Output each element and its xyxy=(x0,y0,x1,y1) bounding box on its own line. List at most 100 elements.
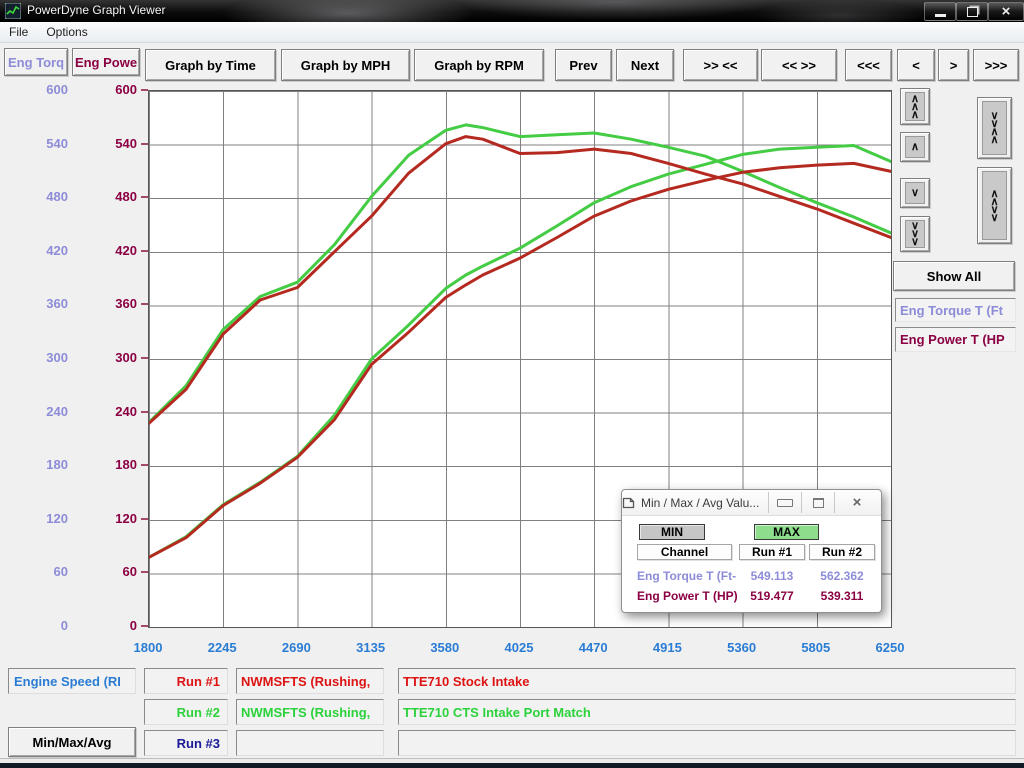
expand-scale-icon: ∧∧∨∨ xyxy=(982,171,1007,240)
y-tick-power-120: 120 xyxy=(72,511,137,527)
dialog-minimize-icon xyxy=(777,499,793,507)
menu-file[interactable]: File xyxy=(0,22,37,42)
zoom-in[interactable]: >> << xyxy=(683,49,758,81)
scale-down-fast-icon: ∨∨∨ xyxy=(905,220,925,248)
x-axis-channel-box[interactable]: Engine Speed (RI xyxy=(8,668,136,694)
window-title: PowerDyne Graph Viewer xyxy=(27,3,166,17)
step-forward[interactable]: > xyxy=(938,49,969,81)
legend-eng-torque[interactable]: Eng Torque T (Ft xyxy=(895,298,1016,322)
app-icon xyxy=(5,3,21,19)
y-tick-mark xyxy=(141,143,148,145)
dialog-restore-button[interactable] xyxy=(801,492,834,513)
run-source-3 xyxy=(236,730,384,756)
go-last[interactable]: >>> xyxy=(973,49,1019,81)
dialog-row-run2-1: 539.311 xyxy=(809,589,875,603)
run-source-2: NWMSFTS (Rushing, xyxy=(236,699,384,725)
run-label-3[interactable]: Run #3 xyxy=(144,730,228,756)
close-icon: × xyxy=(1002,4,1011,19)
y-tick-power-240: 240 xyxy=(72,404,137,420)
dialog-row-run1-0: 549.113 xyxy=(739,569,805,583)
dialog-row-run2-0: 562.362 xyxy=(809,569,875,583)
y-tick-torque-240: 240 xyxy=(0,404,68,420)
footer-strip xyxy=(0,763,1024,768)
y-tick-power-0: 0 xyxy=(72,618,137,634)
dialog-row-channel-0: Eng Torque T (Ft- xyxy=(637,569,736,583)
next[interactable]: Next xyxy=(616,49,674,81)
y-tick-mark xyxy=(141,411,148,413)
dialog-header-channel[interactable]: Channel xyxy=(637,544,732,560)
x-tick-2245: 2245 xyxy=(192,640,252,655)
show-all-button[interactable]: Show All xyxy=(893,261,1015,291)
legend-eng-power[interactable]: Eng Power T (HP xyxy=(895,327,1016,352)
run-source-1: NWMSFTS (Rushing, xyxy=(236,668,384,694)
y-tick-mark xyxy=(141,571,148,573)
x-tick-1800: 1800 xyxy=(118,640,178,655)
y-tick-mark xyxy=(141,250,148,252)
scale-up-fast-button[interactable]: ∧∧∧ xyxy=(900,88,930,125)
dialog-header-run1[interactable]: Run #1 xyxy=(739,544,805,560)
app-window: PowerDyne Graph Viewer × File Options En… xyxy=(0,0,1024,768)
run-desc-3 xyxy=(398,730,1016,756)
scale-down-button[interactable]: ∨ xyxy=(900,178,930,208)
x-tick-4470: 4470 xyxy=(563,640,623,655)
compress-scale-button[interactable]: ∨∨∧∧ xyxy=(977,97,1012,159)
zoom-out[interactable]: << >> xyxy=(761,49,837,81)
step-back[interactable]: < xyxy=(897,49,935,81)
dialog-minimize-button[interactable] xyxy=(768,492,801,513)
y-tick-torque-300: 300 xyxy=(0,350,68,366)
y-tick-power-360: 360 xyxy=(72,296,137,312)
dialog-icon xyxy=(622,497,635,509)
max-button[interactable]: MAX xyxy=(754,524,819,540)
minimize-icon xyxy=(935,14,946,17)
dialog-title: Min / Max / Avg Valu... xyxy=(641,496,759,510)
dialog-header-run2[interactable]: Run #2 xyxy=(809,544,875,560)
y-tick-torque-600: 600 xyxy=(0,82,68,98)
restore-icon xyxy=(967,7,978,17)
channel-eng-power[interactable]: Eng Powe xyxy=(72,48,140,76)
channel-eng-torque[interactable]: Eng Torq xyxy=(4,48,68,76)
dialog-close-button[interactable]: × xyxy=(834,492,879,513)
minimize-button[interactable] xyxy=(924,2,956,21)
run-label-1[interactable]: Run #1 xyxy=(144,668,228,694)
y-tick-power-300: 300 xyxy=(72,350,137,366)
x-tick-4025: 4025 xyxy=(489,640,549,655)
scale-up-button[interactable]: ∧ xyxy=(900,132,930,162)
y-tick-torque-60: 60 xyxy=(0,564,68,580)
y-tick-torque-120: 120 xyxy=(0,511,68,527)
go-first[interactable]: <<< xyxy=(845,49,892,81)
menu-options[interactable]: Options xyxy=(37,22,96,42)
graph-by-mph[interactable]: Graph by MPH xyxy=(281,49,410,81)
close-button[interactable]: × xyxy=(988,2,1024,21)
dialog-close-icon: × xyxy=(853,496,862,510)
graph-by-rpm[interactable]: Graph by RPM xyxy=(414,49,544,81)
prev[interactable]: Prev xyxy=(555,49,612,81)
graph-by-time[interactable]: Graph by Time xyxy=(145,49,276,81)
y-tick-torque-480: 480 xyxy=(0,189,68,205)
run-desc-1: TTE710 Stock Intake xyxy=(398,668,1016,694)
run-desc-2: TTE710 CTS Intake Port Match xyxy=(398,699,1016,725)
compress-scale-icon: ∨∨∧∧ xyxy=(982,101,1007,155)
y-tick-torque-420: 420 xyxy=(0,243,68,259)
y-tick-mark xyxy=(141,196,148,198)
scale-up-icon: ∧ xyxy=(905,136,925,158)
y-tick-power-420: 420 xyxy=(72,243,137,259)
x-tick-3135: 3135 xyxy=(341,640,401,655)
min-button[interactable]: MIN xyxy=(639,524,705,540)
x-tick-5360: 5360 xyxy=(712,640,772,655)
y-tick-power-480: 480 xyxy=(72,189,137,205)
dialog-restore-icon xyxy=(813,498,824,508)
y-tick-mark xyxy=(141,89,148,91)
expand-scale-button[interactable]: ∧∧∨∨ xyxy=(977,167,1012,244)
run-label-2[interactable]: Run #2 xyxy=(144,699,228,725)
y-tick-power-540: 540 xyxy=(72,136,137,152)
minmax-avg-button[interactable]: Min/Max/Avg xyxy=(8,727,136,757)
y-tick-torque-360: 360 xyxy=(0,296,68,312)
restore-button[interactable] xyxy=(956,2,988,21)
dialog-row-channel-1: Eng Power T (HP) xyxy=(637,589,738,603)
scale-down-fast-button[interactable]: ∨∨∨ xyxy=(900,216,930,252)
dialog-row-run1-1: 519.477 xyxy=(739,589,805,603)
y-tick-power-180: 180 xyxy=(72,457,137,473)
y-tick-power-600: 600 xyxy=(72,82,137,98)
title-bar: PowerDyne Graph Viewer × xyxy=(0,0,1024,22)
x-tick-6250: 6250 xyxy=(860,640,920,655)
